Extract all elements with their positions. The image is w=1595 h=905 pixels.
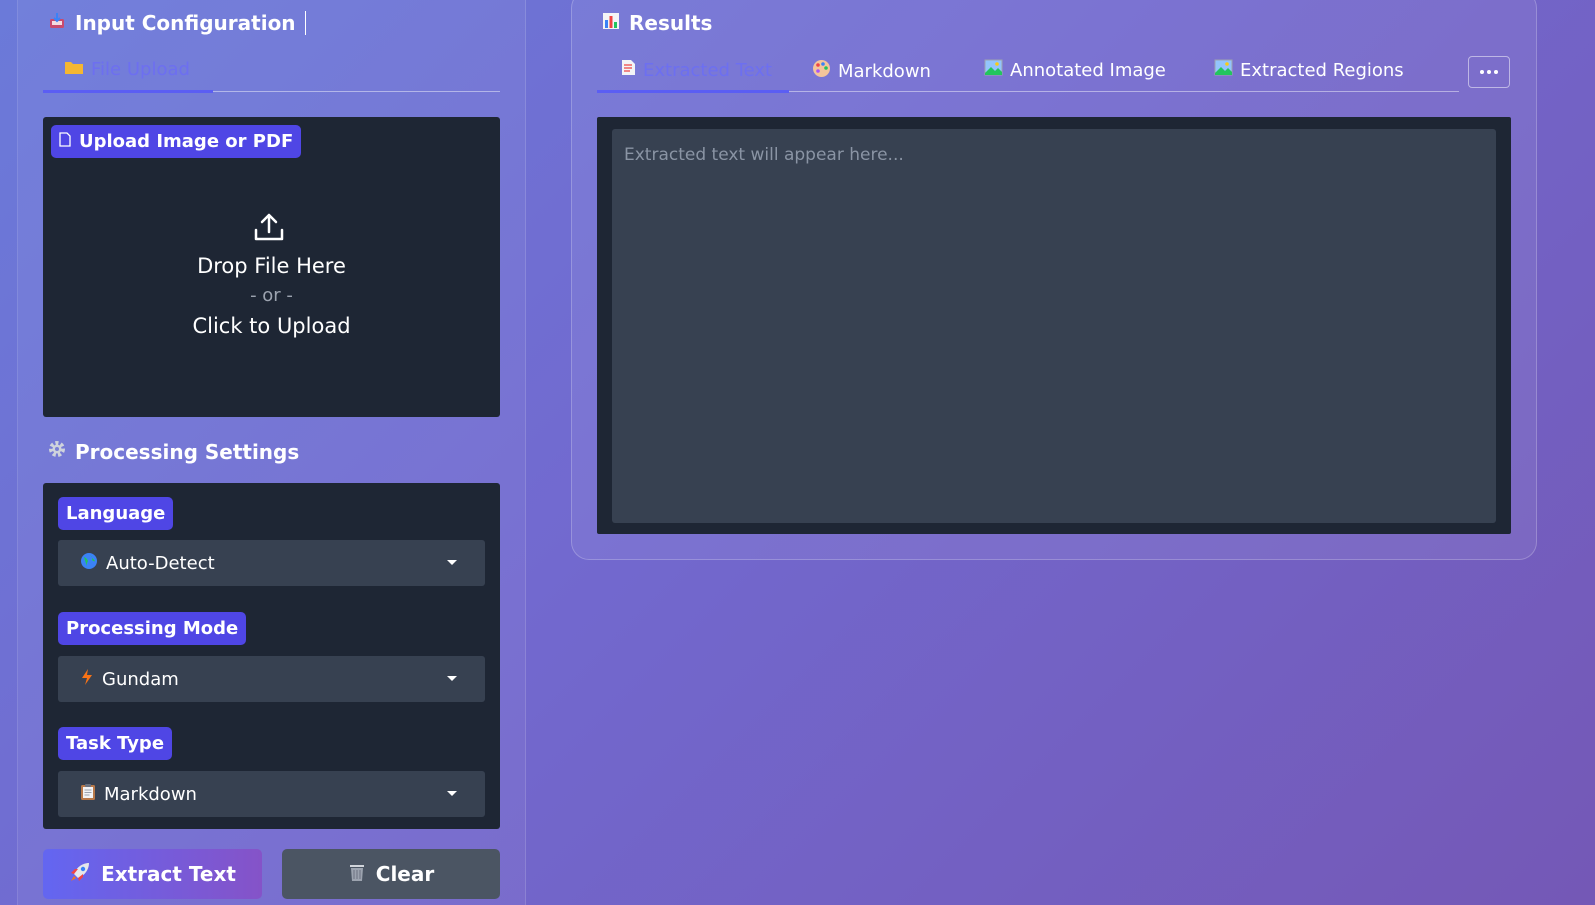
upload-icon [254, 213, 284, 241]
processing-mode-label: Processing Mode [58, 612, 247, 645]
or-separator: - or - [250, 285, 293, 306]
results-tabs: Extracted Text Markdown Annotated Image … [597, 0, 1459, 93]
active-tab-indicator [597, 90, 789, 93]
lightning-icon [80, 668, 94, 691]
picture-icon [984, 59, 1003, 81]
language-label: Language [58, 497, 174, 530]
processing-settings-heading: Processing Settings [47, 439, 299, 464]
folder-icon [64, 59, 84, 80]
active-tab-indicator [43, 90, 213, 93]
trash-icon [348, 862, 366, 887]
more-tabs-button[interactable] [1468, 56, 1510, 88]
settings-panel: Language Auto-Detect Processing Mode Gun… [43, 483, 500, 829]
extracted-text-output[interactable]: Extracted text will appear here... [612, 129, 1496, 523]
output-container: Extracted text will appear here... [597, 117, 1511, 534]
picture-icon [1214, 59, 1233, 81]
more-dots-icon [1480, 70, 1484, 74]
tab-extracted-text[interactable]: Extracted Text [621, 59, 772, 81]
rocket-icon [69, 861, 91, 888]
tab-annotated-image[interactable]: Annotated Image [984, 59, 1166, 81]
file-upload-dropzone[interactable]: Upload Image or PDF Drop File Here - or … [43, 117, 500, 417]
document-icon [621, 59, 636, 81]
chevron-down-icon [447, 560, 457, 565]
task-type-label: Task Type [58, 727, 173, 760]
tab-extracted-regions[interactable]: Extracted Regions [1214, 59, 1404, 81]
extract-text-button[interactable]: Extract Text [43, 849, 262, 899]
chevron-down-icon [447, 791, 457, 796]
tab-file-upload[interactable]: File Upload [64, 59, 190, 80]
tab-markdown[interactable]: Markdown [812, 59, 931, 83]
drop-file-text: Drop File Here [197, 254, 346, 278]
palette-icon [812, 59, 831, 83]
input-tabs: File Upload [43, 0, 500, 93]
file-icon [59, 131, 71, 152]
gear-icon [47, 439, 67, 464]
processing-mode-select[interactable]: Gundam [58, 656, 485, 702]
upload-label-badge: Upload Image or PDF [51, 125, 302, 158]
clear-button[interactable]: Clear [282, 849, 500, 899]
click-to-upload-text: Click to Upload [192, 314, 351, 338]
globe-icon [80, 552, 98, 575]
clipboard-icon [80, 783, 96, 806]
task-type-select[interactable]: Markdown [58, 771, 485, 817]
language-select[interactable]: Auto-Detect [58, 540, 485, 586]
chevron-down-icon [447, 676, 457, 681]
